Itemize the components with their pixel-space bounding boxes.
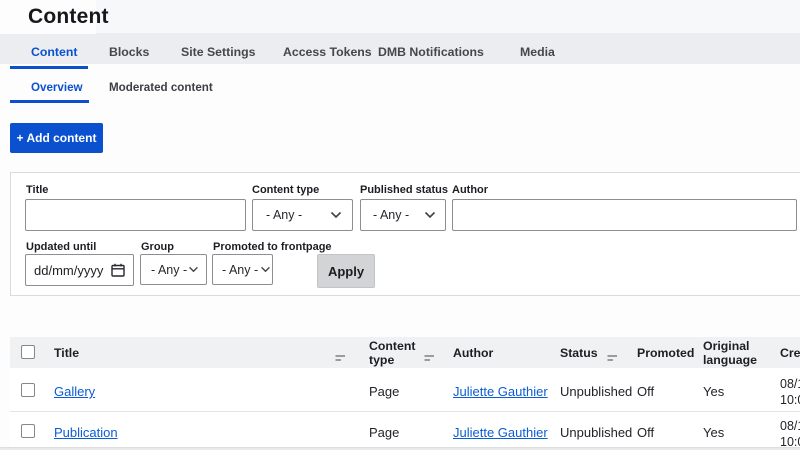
row-author-link[interactable]: Juliette Gauthier [453,384,548,399]
row-original-language: Yes [703,384,725,399]
row-title-link[interactable]: Publication [54,425,118,440]
add-content-button[interactable]: + Add content [10,123,103,153]
row-checkbox[interactable] [21,424,35,438]
title-filter-input[interactable] [25,199,246,231]
row-created: 08/1 10:0 [780,376,800,408]
active-tab-underline [10,66,88,69]
tab-site-settings[interactable]: Site Settings [181,45,255,63]
row-status: Unpublished [560,425,633,440]
col-header-content-type[interactable]: Content type [369,339,415,367]
col-header-promoted[interactable]: Promoted [637,346,694,360]
tab-media[interactable]: Media [520,45,555,63]
tab-blocks[interactable]: Blocks [109,45,149,63]
row-promoted: Off [637,384,655,399]
chevron-down-icon [260,266,271,273]
published-status-select-value: - Any - [373,208,410,222]
author-filter-label: Author [452,184,489,196]
row-created-date: 08/1 [780,377,800,391]
tab-content[interactable]: Content [31,45,77,63]
row-author-link[interactable]: Juliette Gauthier [453,425,548,440]
row-content-type: Page [369,384,400,399]
tab-moderated-content[interactable]: Moderated content [109,81,213,97]
updated-until-date-field[interactable] [25,254,134,286]
updated-until-filter-label: Updated until [26,241,97,253]
chevron-down-icon [330,211,342,219]
content-type-filter-label: Content type [252,184,320,196]
sort-icon[interactable] [335,349,346,367]
promoted-select-value: - Any - [222,262,259,277]
title-filter-label: Title [26,184,49,196]
active-subtab-underline [10,100,89,103]
promoted-select[interactable]: - Any - [212,254,273,285]
calendar-icon[interactable] [111,263,125,282]
page-title: Content [28,5,109,28]
tab-overview[interactable]: Overview [31,81,83,97]
group-filter-label: Group [141,241,174,253]
published-status-filter-label: Published status [360,184,449,196]
table-row: Publication Page Juliette Gauthier Unpub… [10,412,800,450]
row-original-language: Yes [703,425,725,440]
col-header-original-language[interactable]: Original language [703,339,757,367]
published-status-select[interactable]: - Any - [360,199,446,231]
row-created: 08/110:0 [780,418,800,450]
sort-icon[interactable] [607,349,618,367]
row-status: Unpublished [560,384,633,399]
tab-access-tokens[interactable]: Access Tokens [283,45,372,63]
secondary-tab-band [0,0,800,34]
apply-button[interactable]: Apply [317,254,375,288]
group-select[interactable]: - Any - [140,254,207,285]
group-select-value: - Any - [151,262,188,277]
row-content-type: Page [369,425,400,440]
content-type-select[interactable]: - Any - [252,199,353,231]
chevron-down-icon [424,211,436,219]
author-filter-input[interactable] [452,199,797,231]
table-header-row: Title Content type Author Status Promote… [10,337,800,368]
row-checkbox[interactable] [21,383,35,397]
row-promoted: Off [637,425,655,440]
row-created-date: 08/1 [780,419,800,433]
col-header-author[interactable]: Author [453,346,493,360]
tab-dmb-notifications[interactable]: DMB Notifications [378,45,484,63]
select-all-checkbox[interactable] [21,345,35,359]
promoted-filter-label: Promoted to frontpage [213,241,332,253]
row-created-time: 10:0 [780,393,800,407]
sort-icon[interactable] [424,349,435,367]
content-type-select-value: - Any - [266,208,303,222]
chevron-down-icon [188,266,199,273]
table-row: Gallery Page Juliette Gauthier Unpublish… [10,368,800,412]
col-header-title[interactable]: Title [54,346,79,360]
row-title-link[interactable]: Gallery [54,384,95,399]
col-header-created[interactable]: Created [780,346,800,360]
col-header-status[interactable]: Status [560,346,598,360]
